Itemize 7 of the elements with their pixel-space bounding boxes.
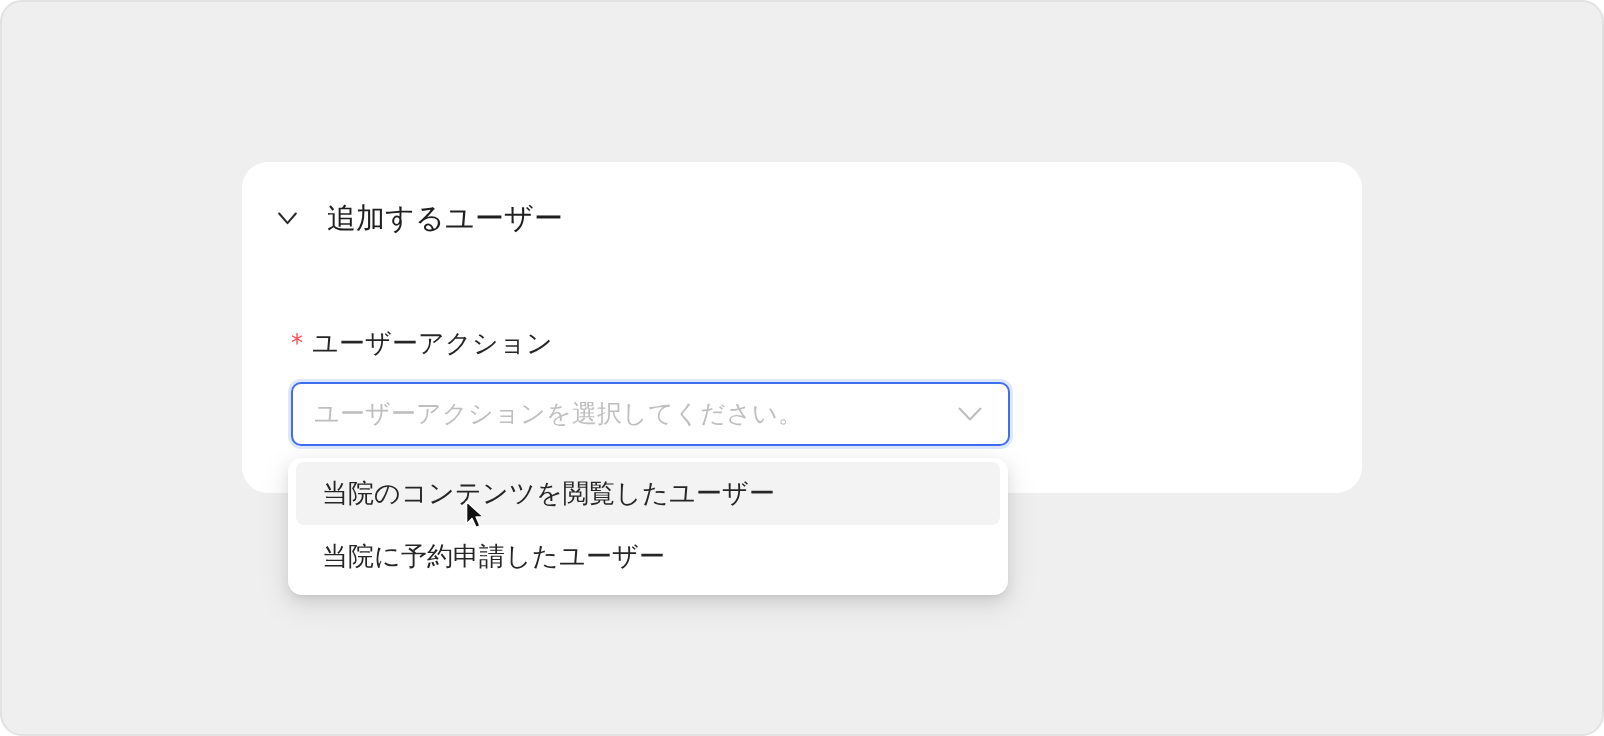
dropdown-option[interactable]: 当院のコンテンツを閲覧したユーザー bbox=[296, 462, 1000, 525]
chevron-down-icon bbox=[958, 407, 982, 421]
field-label: ユーザーアクション bbox=[312, 327, 553, 360]
section-title: 追加するユーザー bbox=[327, 200, 563, 237]
required-asterisk: * bbox=[291, 328, 303, 359]
dropdown-option[interactable]: 当院に予約申請したユーザー bbox=[296, 525, 1000, 588]
chevron-down-icon[interactable] bbox=[278, 211, 297, 225]
